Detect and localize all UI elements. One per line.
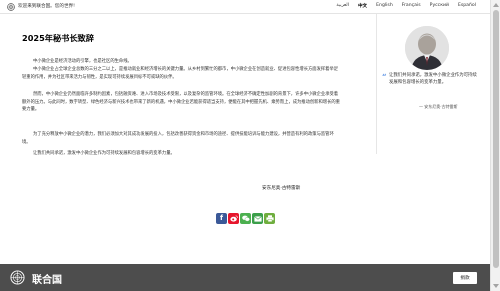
article-paragraph-1: 中小微企业是经济活动的引擎，也是社区的生命线。	[33, 59, 132, 64]
un-emblem-icon[interactable]	[10, 270, 25, 285]
footer: 联合国 捐款	[0, 264, 490, 291]
quote-text: 让我们共同承诺，激发中小微企业作为可持续发展和包容增长的变革力量。	[389, 73, 477, 85]
facebook-icon[interactable]: f	[216, 213, 227, 224]
secretary-general-photo	[405, 26, 449, 70]
wechat-icon[interactable]	[240, 213, 251, 224]
page-title: 2025年秘书长致辞	[22, 33, 94, 43]
email-icon[interactable]	[252, 213, 263, 224]
un-emblem-icon[interactable]	[7, 3, 15, 11]
share-buttons: f	[216, 213, 275, 224]
lang-french[interactable]: Français	[402, 3, 421, 9]
welcome-text: 欢迎来到联合国。您的世界!	[18, 4, 75, 9]
lang-chinese[interactable]: 中文	[358, 3, 367, 9]
lang-spanish[interactable]: Español	[458, 3, 476, 9]
print-icon[interactable]	[264, 213, 275, 224]
article-paragraph-4: 为了充分释放中小微企业的潜力，我们必须加大对其成功发展的投入，包括改善获得资金和…	[22, 132, 334, 145]
language-switcher: العربية 中文 English Français Русский Espa…	[336, 3, 476, 9]
scrollbar-thumb[interactable]	[493, 10, 499, 268]
lang-english[interactable]: English	[376, 3, 393, 9]
article-paragraph-5: 让我们共同承诺，激发中小微企业作为可持续发展和包容增长的变革力量。	[33, 151, 175, 156]
lang-russian[interactable]: Русский	[430, 3, 449, 9]
lang-arabic[interactable]: العربية	[336, 3, 349, 9]
article-paragraph-3: 然而，中小微企业仍然面临许多制约因素，包括融资难、进入市场及技术受限，以及复杂的…	[22, 92, 340, 112]
donate-button[interactable]: 捐款	[453, 272, 477, 284]
vertical-scrollbar[interactable]	[490, 0, 500, 291]
top-bar: 欢迎来到联合国。您的世界! العربية 中文 English Françai…	[0, 0, 490, 14]
weibo-icon[interactable]	[228, 213, 239, 224]
quote-sidebar: “ 让我们共同承诺，激发中小微企业作为可持续发展和包容增长的变革力量。 — 安东…	[376, 14, 482, 154]
quote-author: — 安东尼奥·古特雷斯	[419, 104, 458, 109]
scroll-up-arrow-icon[interactable]	[493, 3, 499, 7]
footer-org-name[interactable]: 联合国	[32, 271, 62, 286]
signature: 安东尼奥·古特雷斯	[262, 186, 301, 191]
article-paragraph-2: 中小微企业占全球企业总数的三分之二以上，是推动就业和经济增长的关键力量。从乡村到…	[22, 67, 339, 80]
scroll-down-arrow-icon[interactable]	[493, 284, 499, 288]
quote-mark-icon: “	[382, 72, 387, 82]
portrait-icon	[405, 26, 449, 70]
